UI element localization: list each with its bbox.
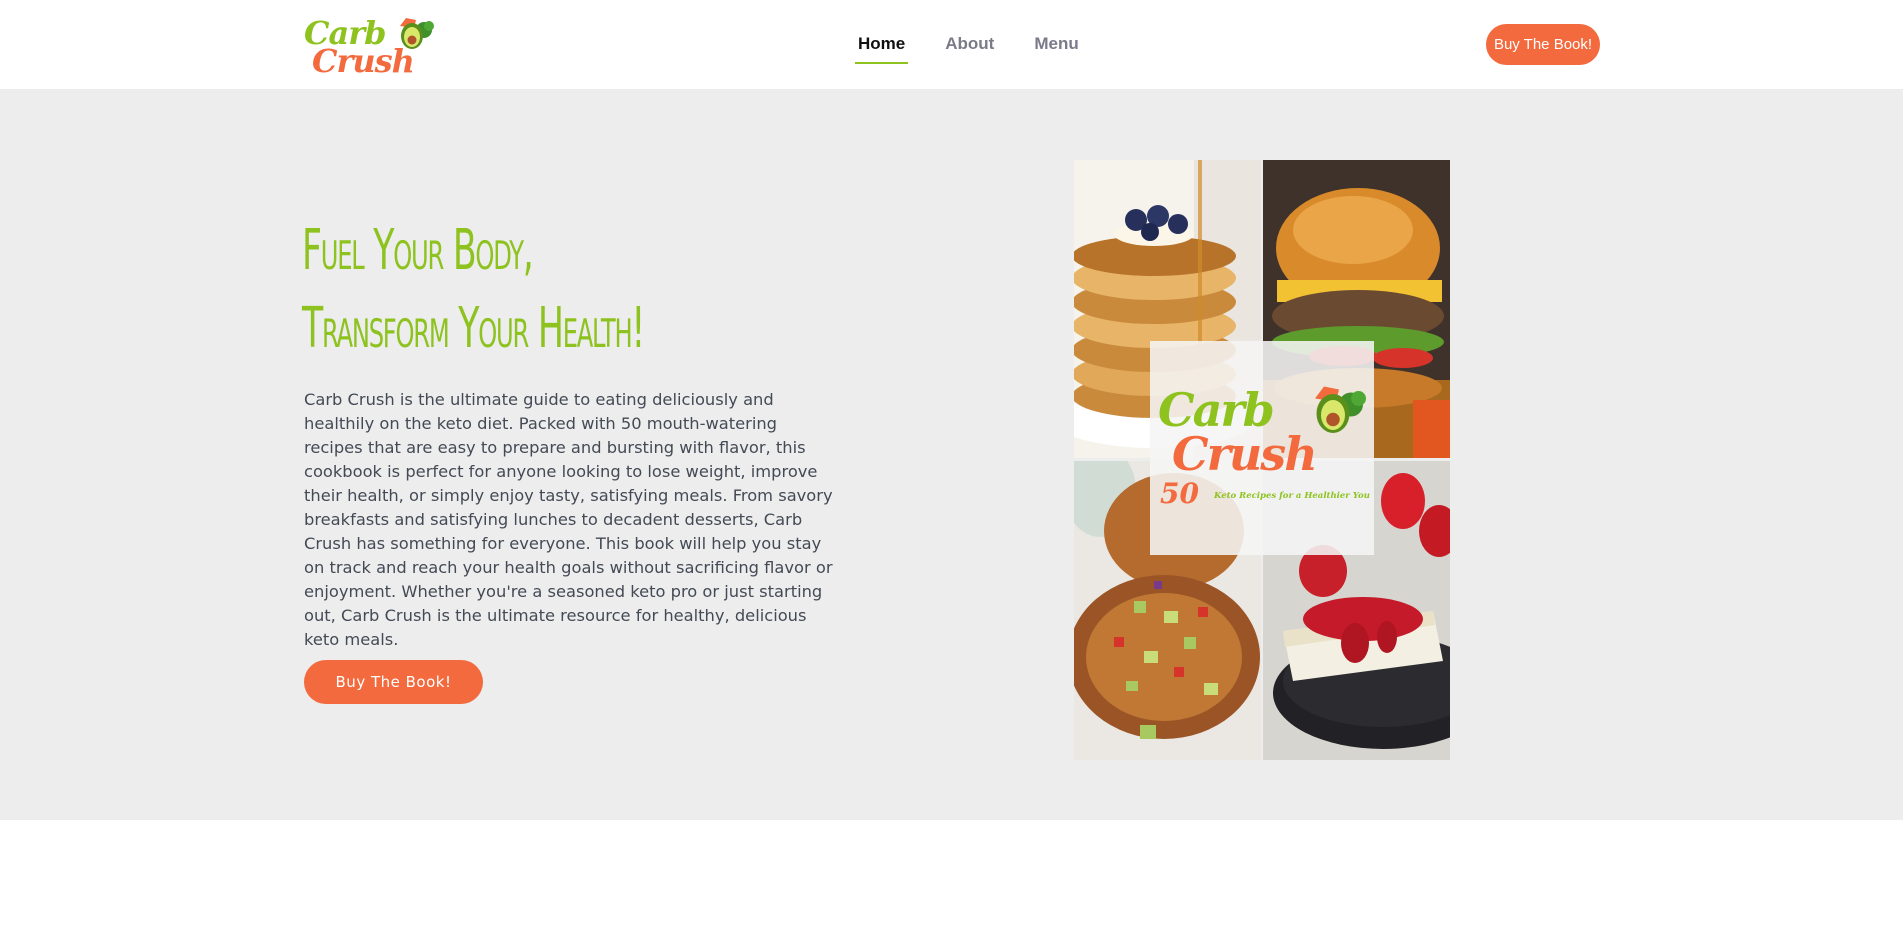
logo[interactable]: Carb Crush <box>302 12 436 80</box>
hero-description: Carb Crush is the ultimate guide to eati… <box>304 390 833 649</box>
cover-number: 50 <box>1160 477 1199 510</box>
headline-line2: Transform Your Health! <box>302 296 645 361</box>
nav-menu[interactable]: Menu <box>1031 34 1081 64</box>
headline-line1: Fuel Your Body, <box>302 218 534 283</box>
header-buy-button[interactable]: Buy The Book! <box>1486 24 1600 65</box>
cover-subtitle: Keto Recipes for a Healthier You <box>1214 491 1370 501</box>
hero-headline: Fuel Your Body, Transform Your Health! <box>302 212 645 368</box>
avocado-icon <box>1315 386 1366 433</box>
cover-title-panel: Carb Crush 50 Keto Recipes for a Healthi… <box>1150 341 1374 555</box>
avocado-icon <box>400 18 434 49</box>
main-nav: Home About Menu <box>855 34 1116 64</box>
site-header: Carb Crush Home About Menu Buy The Book! <box>0 0 1903 90</box>
hero-section: Fuel Your Body, Transform Your Health! C… <box>0 90 1903 820</box>
cover-title-line2: Crush <box>1172 427 1318 481</box>
nav-home[interactable]: Home <box>855 34 909 64</box>
nav-about[interactable]: About <box>942 34 997 64</box>
book-cover[interactable]: Carb Crush 50 Keto Recipes for a Healthi… <box>1074 160 1450 760</box>
hero-buy-button[interactable]: Buy The Book! <box>304 660 483 704</box>
